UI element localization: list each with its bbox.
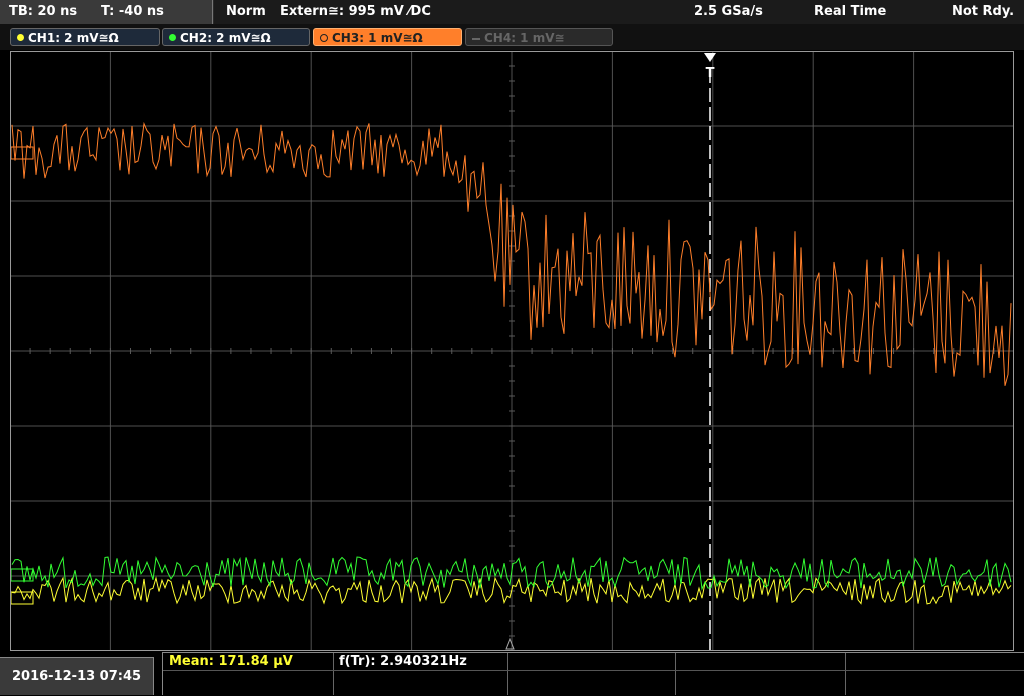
channel-1-indicator-icon	[17, 34, 24, 41]
channel-3-indicator-icon	[320, 33, 328, 42]
channel-3-button[interactable]: CH3: 1 mV≅Ω	[313, 28, 462, 46]
sample-rate: 2.5 GSa/s	[694, 4, 763, 19]
trigger-time-value[interactable]: T: -40 ns	[101, 0, 164, 24]
trigger-status: Not Rdy.	[952, 4, 1015, 19]
trigger-source[interactable]: Extern≅: 995 mV ⁄DC	[280, 0, 431, 24]
datetime-display: 2016-12-13 07:45	[0, 657, 154, 695]
channel-4-button[interactable]: CH4: 1 mV≅	[465, 28, 613, 46]
channel-3-label: CH3: 1 mV≅Ω	[332, 31, 423, 45]
channel-1-button[interactable]: CH1: 2 mV≅Ω	[10, 28, 160, 46]
channel-4-indicator-icon	[472, 37, 480, 40]
frequency-measurement[interactable]: f(Tr): 2.940321Hz	[339, 654, 467, 670]
timebase-panel[interactable]: TB: 20 ns T: -40 ns	[0, 0, 213, 24]
measurement-table: Mean: 171.84 µV f(Tr): 2.940321Hz	[162, 652, 1024, 695]
trigger-mode[interactable]: Norm	[226, 0, 266, 24]
channel-2-button[interactable]: CH2: 2 mV≅Ω	[162, 28, 310, 46]
mean-measurement[interactable]: Mean: 171.84 µV	[169, 654, 293, 670]
channel-1-label: CH1: 2 mV≅Ω	[28, 31, 119, 45]
acquisition-panel: Norm Extern≅: 995 mV ⁄DC 2.5 GSa/s Real …	[214, 0, 1024, 24]
graticule-frame	[10, 51, 1014, 651]
top-status-bar: TB: 20 ns T: -40 ns Norm Extern≅: 995 mV…	[0, 0, 1024, 24]
timebase-value[interactable]: TB: 20 ns	[9, 0, 77, 24]
channel-4-label: CH4: 1 mV≅	[484, 31, 565, 45]
channel-2-label: CH2: 2 mV≅Ω	[180, 31, 271, 45]
acquisition-mode: Real Time	[814, 4, 887, 19]
channel-bar: CH1: 2 mV≅Ω CH2: 2 mV≅Ω CH3: 1 mV≅Ω CH4:…	[0, 24, 1024, 50]
channel-2-indicator-icon	[169, 34, 176, 41]
